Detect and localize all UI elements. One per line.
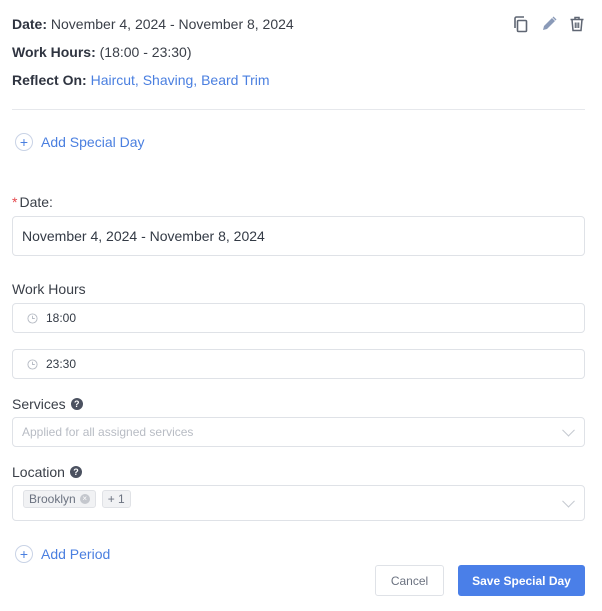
- summary-reflect-value: Haircut, Shaving, Beard Trim: [90, 72, 270, 88]
- date-label: * Date:: [12, 194, 53, 210]
- chevron-down-icon: [562, 494, 575, 508]
- add-period-button[interactable]: + Add Period: [15, 545, 110, 563]
- summary-date-value: November 4, 2024 - November 8, 2024: [50, 16, 294, 32]
- services-label: Services ?: [12, 396, 83, 412]
- add-special-day-button[interactable]: + Add Special Day: [15, 133, 145, 151]
- location-tag-label: Brooklyn: [29, 492, 76, 506]
- start-time-value: 18:00: [46, 311, 77, 325]
- copy-icon[interactable]: [512, 15, 530, 33]
- summary-reflect-on: Reflect On: Haircut, Shaving, Beard Trim: [12, 70, 294, 90]
- summary-date-label: Date:: [12, 16, 48, 32]
- trash-icon[interactable]: [568, 15, 586, 33]
- work-hours-label: Work Hours: [12, 281, 86, 297]
- summary-actions: [512, 15, 586, 33]
- chevron-down-icon: [562, 423, 575, 437]
- plus-circle-icon: +: [15, 133, 33, 151]
- special-day-summary: Date: November 4, 2024 - November 8, 202…: [12, 14, 294, 98]
- clock-icon: [27, 358, 38, 370]
- summary-hours-value: (18:00 - 23:30): [99, 44, 192, 60]
- work-hours-label-text: Work Hours: [12, 281, 86, 297]
- add-period-label: Add Period: [41, 546, 111, 562]
- location-label: Location ?: [12, 464, 82, 480]
- date-range-input[interactable]: November 4, 2024 - November 8, 2024: [12, 216, 585, 256]
- clock-icon: [27, 312, 38, 324]
- start-time-input[interactable]: 18:00: [12, 303, 585, 333]
- help-icon[interactable]: ?: [70, 398, 83, 410]
- summary-work-hours: Work Hours: (18:00 - 23:30): [12, 42, 294, 62]
- summary-hours-label: Work Hours:: [12, 44, 96, 60]
- date-label-text: Date:: [19, 194, 53, 210]
- services-select[interactable]: Applied for all assigned services: [12, 417, 585, 447]
- add-special-day-label: Add Special Day: [41, 134, 145, 150]
- plus-circle-icon: +: [15, 545, 33, 563]
- remove-tag-icon[interactable]: ×: [79, 494, 90, 504]
- edit-icon[interactable]: [540, 15, 558, 33]
- location-tag: Brooklyn ×: [23, 490, 96, 508]
- more-locations-tag: + 1: [101, 490, 131, 508]
- cancel-button[interactable]: Cancel: [375, 565, 444, 596]
- end-time-input[interactable]: 23:30: [12, 349, 585, 379]
- save-special-day-button[interactable]: Save Special Day: [458, 565, 585, 596]
- location-select[interactable]: Brooklyn × + 1: [12, 485, 585, 521]
- required-mark: *: [12, 194, 18, 210]
- summary-reflect-label: Reflect On:: [12, 72, 87, 88]
- end-time-value: 23:30: [46, 357, 77, 371]
- summary-date: Date: November 4, 2024 - November 8, 202…: [12, 14, 294, 34]
- help-icon[interactable]: ?: [69, 466, 82, 478]
- divider: [12, 109, 585, 110]
- services-placeholder: Applied for all assigned services: [22, 425, 194, 439]
- location-label-text: Location: [12, 464, 65, 480]
- date-range-value: November 4, 2024 - November 8, 2024: [22, 228, 265, 244]
- services-label-text: Services: [12, 396, 66, 412]
